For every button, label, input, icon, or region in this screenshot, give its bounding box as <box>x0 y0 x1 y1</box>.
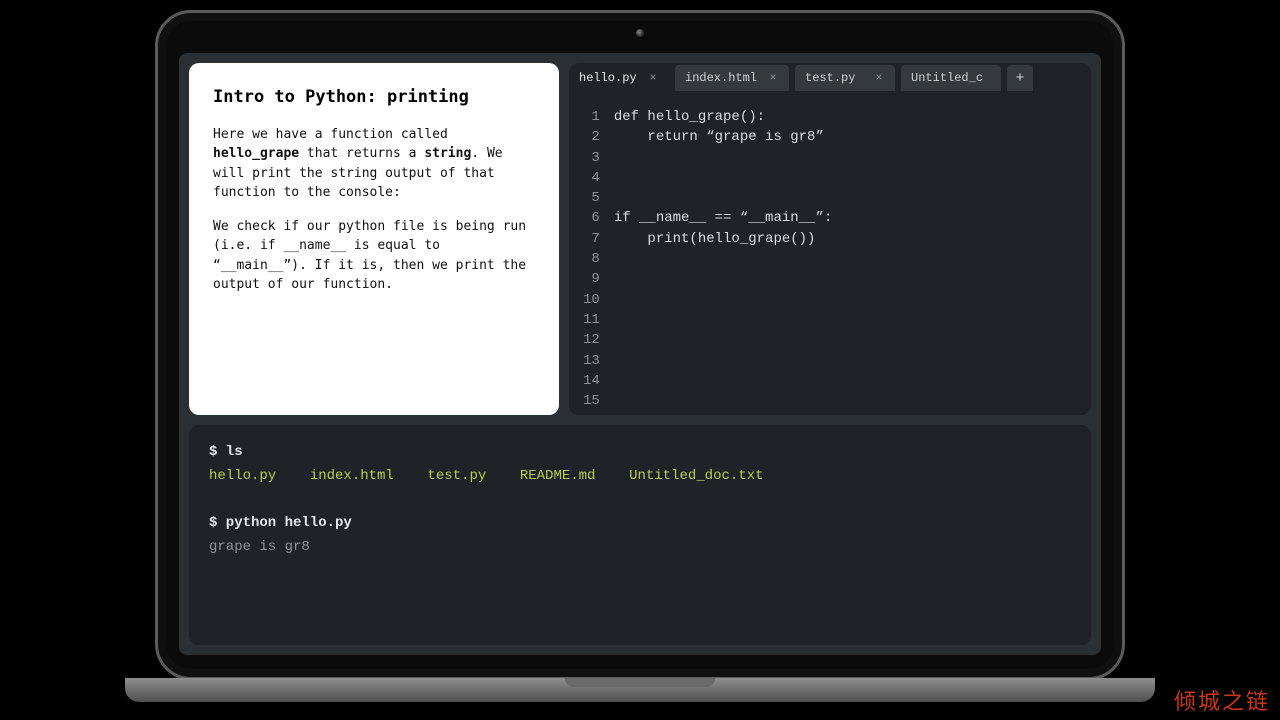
tab-untitled_c[interactable]: Untitled_c <box>901 65 1001 91</box>
editor-tabs: hello.py × index.html × test.py × Untitled_c + <box>569 63 1091 91</box>
terminal-output: grape is gr8 <box>209 539 310 555</box>
laptop-frame: Intro to Python: printing Here we have a… <box>155 10 1125 680</box>
tab-hello-py[interactable]: hello.py × <box>569 65 669 91</box>
close-icon[interactable]: × <box>873 72 885 84</box>
line-number-gutter: 1 2 3 4 5 6 7 8 9 10 11 12 13 14 15 16 <box>583 107 614 399</box>
lesson-title: Intro to Python: printing <box>213 85 535 111</box>
tab-test-py[interactable]: test.py × <box>795 65 895 91</box>
terminal-command: $ python hello.py <box>209 515 352 531</box>
close-icon[interactable]: × <box>647 72 659 84</box>
camera-icon <box>636 29 644 37</box>
terminal-command: $ ls <box>209 444 243 460</box>
lesson-paragraph-2: We check if our python file is being run… <box>213 217 535 295</box>
lesson-paragraph-1: Here we have a function called hello_gra… <box>213 125 535 203</box>
tab-index-html[interactable]: index.html × <box>675 65 789 91</box>
new-tab-button[interactable]: + <box>1007 65 1033 91</box>
close-icon[interactable]: × <box>767 72 779 84</box>
terminal-panel[interactable]: $ ls hello.py index.html test.py README.… <box>189 425 1091 645</box>
code-area[interactable]: 1 2 3 4 5 6 7 8 9 10 11 12 13 14 15 16 d… <box>569 91 1091 415</box>
terminal-file-list: hello.py index.html test.py README.md Un… <box>209 468 764 484</box>
code-content[interactable]: def hello_grape(): return “grape is gr8”… <box>614 107 832 399</box>
laptop-base <box>125 678 1155 702</box>
tab-label: test.py <box>805 71 863 85</box>
editor-panel: hello.py×index.html×test.py×Untitled_c+ … <box>569 63 1091 415</box>
tab-label: hello.py <box>579 71 637 85</box>
watermark-text: 倾城之链 <box>1174 684 1270 716</box>
lesson-panel: Intro to Python: printing Here we have a… <box>189 63 559 415</box>
tab-label: index.html <box>685 71 757 85</box>
tab-label: Untitled_c <box>911 71 991 85</box>
app-screen: Intro to Python: printing Here we have a… <box>179 53 1101 655</box>
